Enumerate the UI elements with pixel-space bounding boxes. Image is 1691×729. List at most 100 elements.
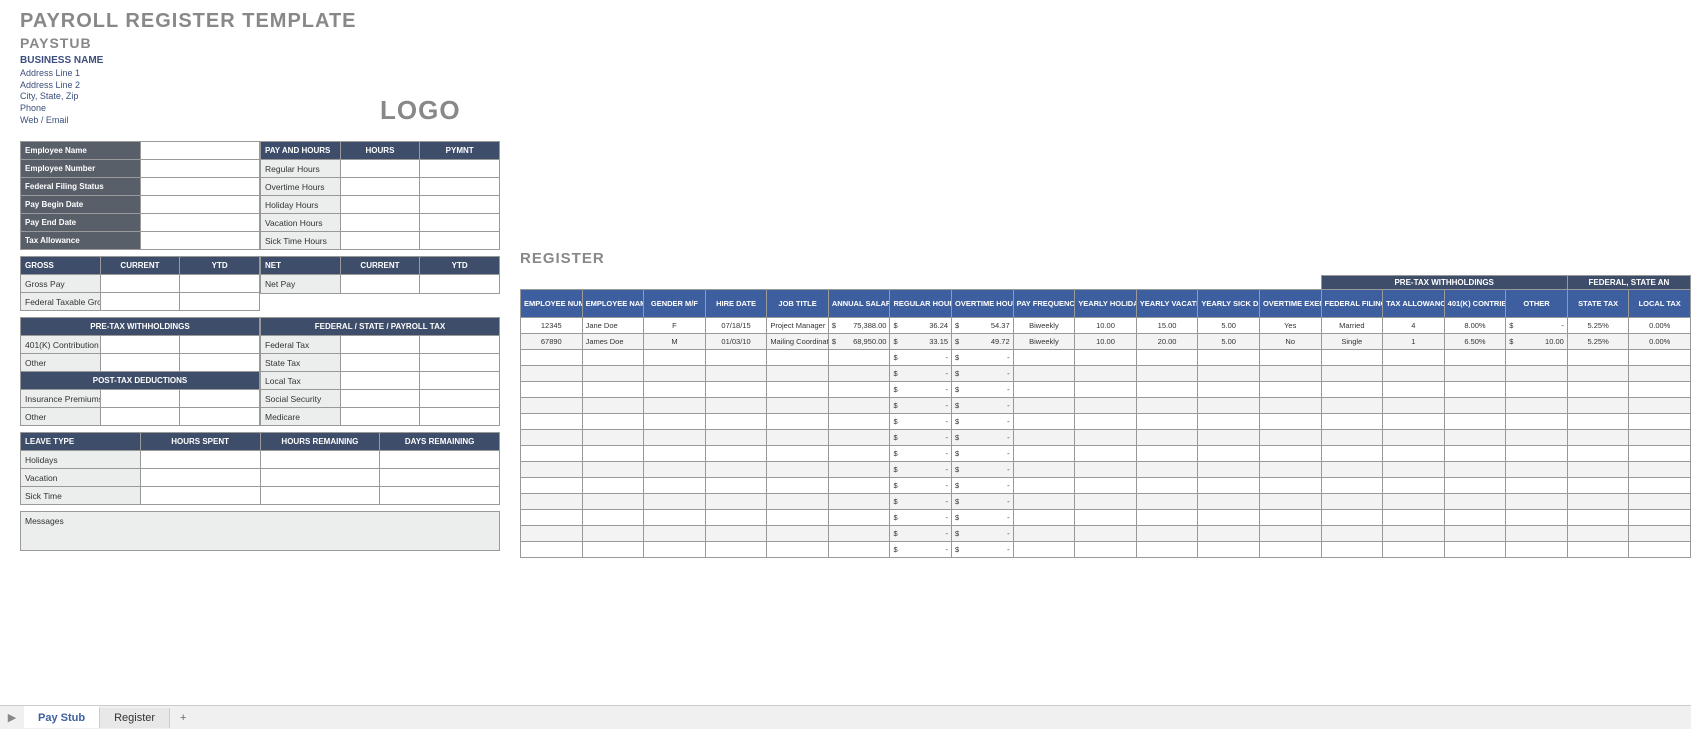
reg-empty-cell[interactable]: [582, 398, 644, 414]
reg-empty-cell[interactable]: [1136, 366, 1198, 382]
reg-freq[interactable]: Biweekly: [1013, 318, 1075, 334]
reg-empty-cell[interactable]: -: [890, 366, 952, 382]
reg-empty-cell[interactable]: [1567, 350, 1629, 366]
fedtax-ytd[interactable]: [420, 336, 500, 354]
payhours-hours[interactable]: [340, 232, 420, 250]
reg-empty-cell[interactable]: [1013, 510, 1075, 526]
reg-empty-cell[interactable]: [521, 510, 583, 526]
reg-empty-cell[interactable]: [1259, 350, 1321, 366]
reg-empty-cell[interactable]: [1013, 494, 1075, 510]
reg-sick[interactable]: 5.00: [1198, 318, 1260, 334]
reg-empty-cell[interactable]: [1444, 526, 1506, 542]
reg-empty-cell[interactable]: [705, 510, 767, 526]
reg-empty-cell[interactable]: [1321, 430, 1383, 446]
reg-empty-cell[interactable]: [644, 462, 706, 478]
reg-empty-cell[interactable]: -: [952, 350, 1014, 366]
reg-empty-cell[interactable]: [521, 478, 583, 494]
leave-drem[interactable]: [380, 487, 500, 505]
reg-empty-cell[interactable]: [767, 446, 829, 462]
reg-empty-cell[interactable]: [767, 350, 829, 366]
reg-empty-cell[interactable]: [1629, 430, 1691, 446]
reg-empty-cell[interactable]: [1013, 366, 1075, 382]
reg-401k[interactable]: 6.50%: [1444, 334, 1506, 350]
reg-empty-cell[interactable]: -: [890, 430, 952, 446]
reg-empty-cell[interactable]: [1136, 542, 1198, 558]
reg-empty-cell[interactable]: [644, 478, 706, 494]
reg-empty-cell[interactable]: [1506, 382, 1568, 398]
reg-empty-cell[interactable]: [1198, 446, 1260, 462]
reg-hire[interactable]: 07/18/15: [705, 318, 767, 334]
reg-empty-cell[interactable]: [644, 494, 706, 510]
reg-empty-cell[interactable]: [644, 542, 706, 558]
reg-empty-cell[interactable]: [1075, 350, 1137, 366]
reg-empty-cell[interactable]: [828, 430, 890, 446]
reg-empty-cell[interactable]: [1506, 526, 1568, 542]
reg-empty-cell[interactable]: [1075, 398, 1137, 414]
reg-empty-cell[interactable]: [1075, 510, 1137, 526]
emp-info-value[interactable]: [140, 142, 260, 160]
reg-empty-cell[interactable]: [521, 542, 583, 558]
reg-empty-cell[interactable]: [1013, 478, 1075, 494]
reg-empty-cell[interactable]: [1136, 398, 1198, 414]
net-ytd[interactable]: [420, 275, 500, 293]
reg-empty-cell[interactable]: [1075, 430, 1137, 446]
reg-empty-cell[interactable]: [1136, 350, 1198, 366]
reg-empty-cell[interactable]: [1136, 462, 1198, 478]
reg-empty-cell[interactable]: [1444, 446, 1506, 462]
reg-empty-cell[interactable]: [1321, 542, 1383, 558]
reg-empty-cell[interactable]: [1629, 350, 1691, 366]
reg-empty-cell[interactable]: [1383, 430, 1445, 446]
reg-ltax[interactable]: 0.00%: [1629, 318, 1691, 334]
reg-empty-cell[interactable]: [582, 462, 644, 478]
reg-empty-cell[interactable]: [1629, 446, 1691, 462]
reg-empty-cell[interactable]: [1383, 350, 1445, 366]
fedtax-ytd[interactable]: [420, 390, 500, 408]
reg-empty-cell[interactable]: [705, 462, 767, 478]
reg-empty-cell[interactable]: [1444, 542, 1506, 558]
reg-empty-cell[interactable]: [1013, 430, 1075, 446]
reg-freq[interactable]: Biweekly: [1013, 334, 1075, 350]
reg-hol[interactable]: 10.00: [1075, 334, 1137, 350]
reg-salary[interactable]: 68,950.00: [828, 334, 890, 350]
reg-empty-cell[interactable]: [1321, 446, 1383, 462]
reg-empty-cell[interactable]: [521, 350, 583, 366]
payhours-pymnt[interactable]: [420, 214, 500, 232]
reg-empty-cell[interactable]: [582, 414, 644, 430]
reg-empty-cell[interactable]: [1383, 542, 1445, 558]
gross-ytd[interactable]: [180, 293, 260, 311]
reg-empty-cell[interactable]: [644, 398, 706, 414]
reg-empty-cell[interactable]: [1321, 526, 1383, 542]
reg-empty-cell[interactable]: [828, 494, 890, 510]
reg-empty-cell[interactable]: [1321, 414, 1383, 430]
reg-empty-cell[interactable]: [1075, 526, 1137, 542]
reg-empty-cell[interactable]: -: [952, 382, 1014, 398]
reg-empty-cell[interactable]: [1075, 382, 1137, 398]
reg-401k[interactable]: 8.00%: [1444, 318, 1506, 334]
reg-empty-cell[interactable]: [1444, 510, 1506, 526]
reg-empty-cell[interactable]: [1013, 382, 1075, 398]
reg-ltax[interactable]: 0.00%: [1629, 334, 1691, 350]
reg-empnum[interactable]: 12345: [521, 318, 583, 334]
reg-empty-cell[interactable]: [1198, 462, 1260, 478]
reg-empty-cell[interactable]: [1567, 430, 1629, 446]
gross-current[interactable]: [100, 293, 180, 311]
reg-empty-cell[interactable]: [828, 542, 890, 558]
leave-hrem[interactable]: [260, 451, 380, 469]
reg-empty-cell[interactable]: [1383, 366, 1445, 382]
reg-empty-cell[interactable]: [1136, 414, 1198, 430]
reg-empty-cell[interactable]: -: [890, 462, 952, 478]
reg-empty-cell[interactable]: [705, 446, 767, 462]
payhours-pymnt[interactable]: [420, 178, 500, 196]
reg-empty-cell[interactable]: [705, 398, 767, 414]
reg-empty-cell[interactable]: [521, 398, 583, 414]
reg-empty-cell[interactable]: [1383, 462, 1445, 478]
reg-empty-cell[interactable]: [1321, 510, 1383, 526]
reg-empty-cell[interactable]: [1136, 382, 1198, 398]
reg-empty-cell[interactable]: [582, 382, 644, 398]
reg-empty-cell[interactable]: [1136, 430, 1198, 446]
reg-empty-cell[interactable]: [1444, 430, 1506, 446]
reg-empty-cell[interactable]: [1321, 366, 1383, 382]
reg-empty-cell[interactable]: [1383, 382, 1445, 398]
reg-empty-cell[interactable]: [1629, 398, 1691, 414]
reg-empty-cell[interactable]: -: [890, 510, 952, 526]
